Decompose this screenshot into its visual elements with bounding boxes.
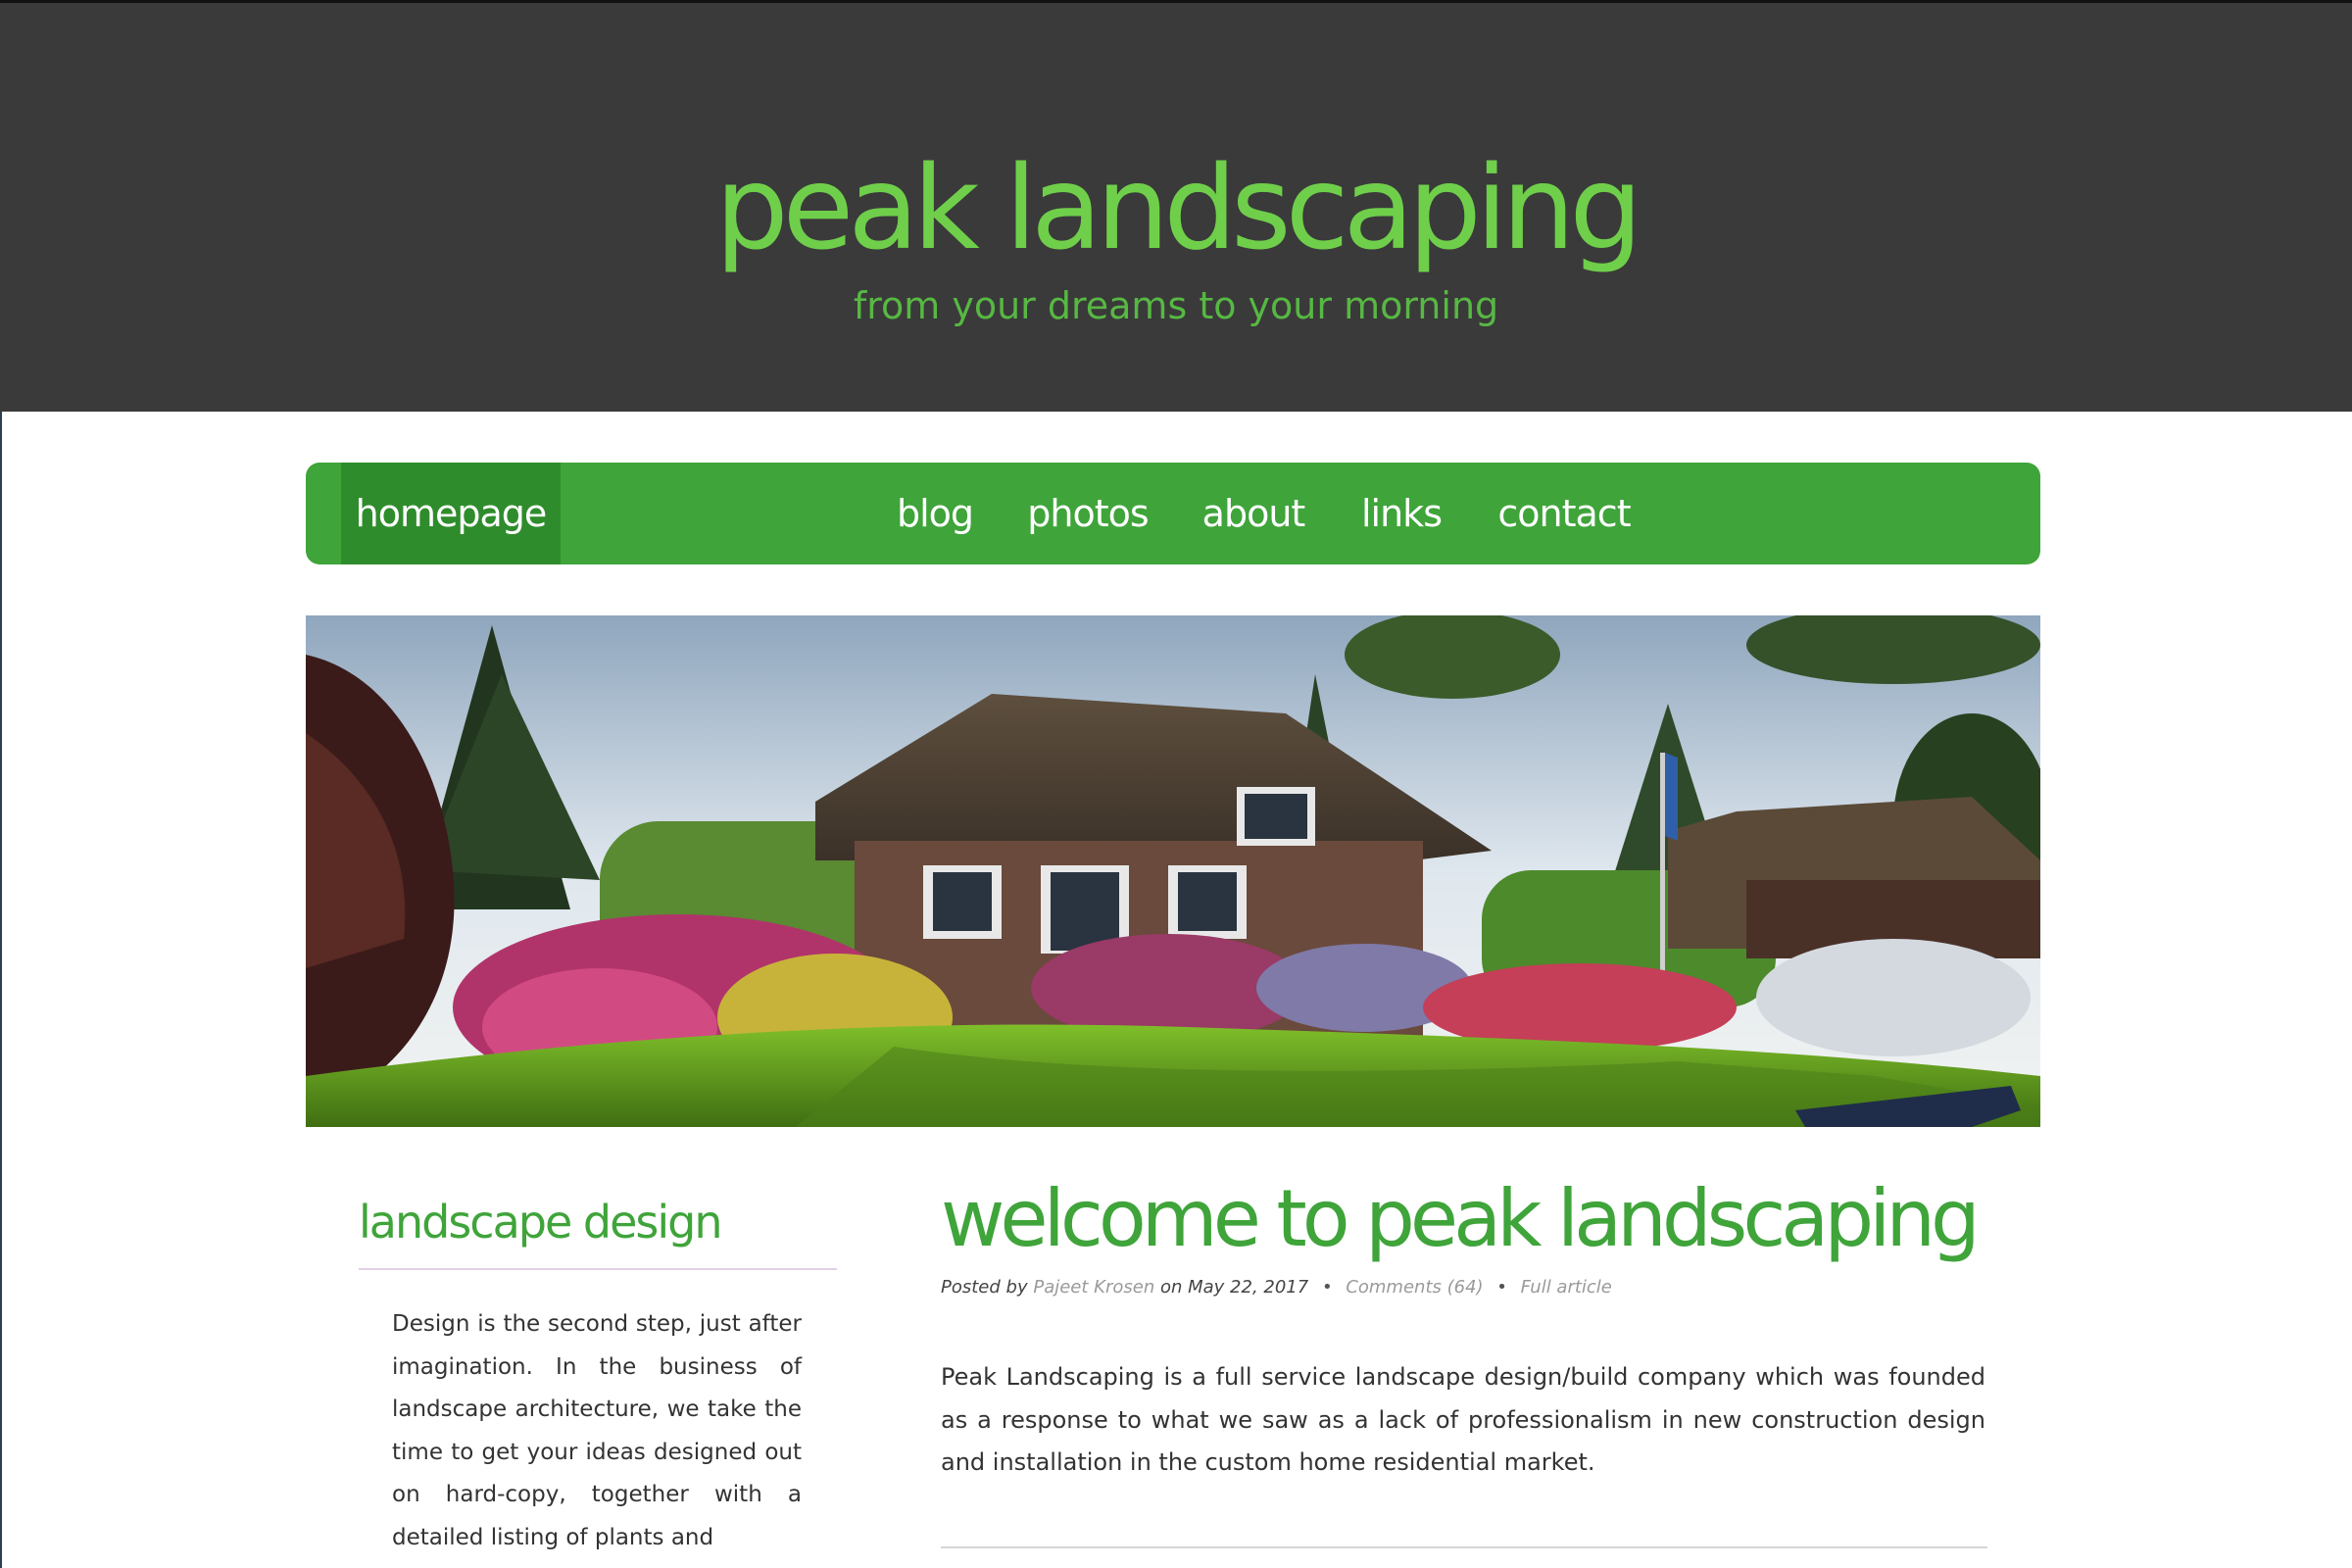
nav-item-blog[interactable]: blog	[884, 463, 986, 564]
meta-full-article-link[interactable]: Full article	[1521, 1277, 1612, 1298]
window-edge	[0, 412, 2, 1568]
sidebar-divider	[359, 1268, 837, 1270]
meta-on-label: on	[1159, 1277, 1183, 1298]
nav-item-links[interactable]: links	[1350, 463, 1452, 564]
nav-item-photos[interactable]: photos	[1017, 463, 1158, 564]
article-meta: Posted by Pajeet Krosen on May 22, 2017 …	[941, 1277, 1612, 1298]
nav-item-homepage[interactable]: homepage	[341, 463, 561, 564]
nav-item-about[interactable]: about	[1188, 463, 1319, 564]
sidebar-text: Design is the second step, just after im…	[392, 1311, 802, 1550]
meta-posted-by-label: Posted by	[941, 1277, 1028, 1298]
meta-separator: •	[1496, 1277, 1507, 1298]
site-title[interactable]: peak landscaping	[0, 150, 2352, 266]
hero-image	[306, 615, 2040, 1127]
site-header: peak landscaping from your dreams to you…	[0, 0, 2352, 412]
house-garden-photo	[306, 615, 2040, 1127]
meta-comments-link[interactable]: Comments (64)	[1346, 1277, 1483, 1298]
nav-item-contact[interactable]: contact	[1482, 463, 1646, 564]
article-title[interactable]: welcome to peak landscaping	[941, 1180, 1981, 1258]
site-tagline: from your dreams to your morning	[853, 284, 1499, 327]
meta-author-link[interactable]: Pajeet Krosen	[1033, 1277, 1154, 1298]
meta-separator: •	[1321, 1277, 1333, 1298]
main-nav: homepage blog photos about links contact	[306, 463, 2040, 564]
meta-date: May 22, 2017	[1188, 1277, 1309, 1298]
article-body: Peak Landscaping is a full service lands…	[941, 1363, 1985, 1476]
article-divider	[941, 1546, 1987, 1548]
sidebar-title: landscape design	[359, 1196, 722, 1249]
